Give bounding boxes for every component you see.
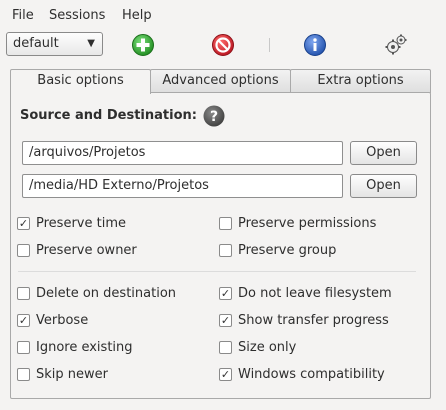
add-icon[interactable] (131, 33, 155, 57)
checkbox-box (17, 341, 30, 354)
checkbox-label: Preserve permissions (238, 216, 377, 231)
checkbox-box (219, 217, 232, 230)
tab-basic-options[interactable]: Basic options (10, 69, 151, 94)
help-icon[interactable]: ? (202, 104, 226, 128)
info-icon[interactable] (303, 33, 327, 57)
session-select[interactable]: default ▼ (6, 32, 103, 56)
section-title: Source and Destination: (20, 108, 197, 123)
menu-sessions[interactable]: Sessions (49, 8, 105, 23)
checkbox-box: ✓ (17, 217, 30, 230)
destination-path-field[interactable]: /media/HD Externo/Projetos (22, 174, 343, 198)
checkbox-box: ✓ (17, 314, 30, 327)
checkbox-label: Delete on destination (36, 286, 177, 301)
checkbox-label: Skip newer (36, 367, 108, 382)
checkbox-box (17, 368, 30, 381)
remove-icon[interactable] (211, 33, 235, 57)
checkbox-label: Show transfer progress (238, 313, 389, 328)
options-separator (18, 271, 416, 272)
dropdown-arrow-icon: ▼ (87, 38, 95, 49)
checkbox-label: Preserve group (238, 243, 337, 258)
settings-icon[interactable] (384, 33, 408, 57)
checkbox-label: Windows compatibility (238, 367, 385, 382)
checkbox-box: ✓ (219, 368, 232, 381)
checkbox-label: Ignore existing (36, 340, 133, 355)
tab-extra-options[interactable]: Extra options (290, 69, 431, 93)
checkbox-label: Preserve owner (36, 243, 137, 258)
menu-file[interactable]: File (12, 8, 34, 23)
checkbox-label: Do not leave filesystem (238, 286, 392, 301)
checkbox-box: ✓ (219, 287, 232, 300)
checkbox-box (17, 287, 30, 300)
open-destination-button[interactable]: Open (350, 174, 417, 198)
toolbar-separator (269, 38, 270, 52)
svg-text:?: ? (210, 109, 218, 125)
checkbox-label: Size only (238, 340, 297, 355)
checkbox-label: Verbose (36, 313, 89, 328)
checkbox-label: Preserve time (36, 216, 126, 231)
tab-advanced-options[interactable]: Advanced options (150, 69, 291, 93)
source-path-field[interactable]: /arquivos/Projetos (22, 141, 343, 165)
menu-help[interactable]: Help (122, 8, 152, 23)
checkbox-box (219, 244, 232, 257)
checkbox-box (219, 341, 232, 354)
session-select-value: default (13, 36, 59, 51)
checkbox-box: ✓ (219, 314, 232, 327)
checkbox-box (17, 244, 30, 257)
open-source-button[interactable]: Open (350, 141, 417, 165)
